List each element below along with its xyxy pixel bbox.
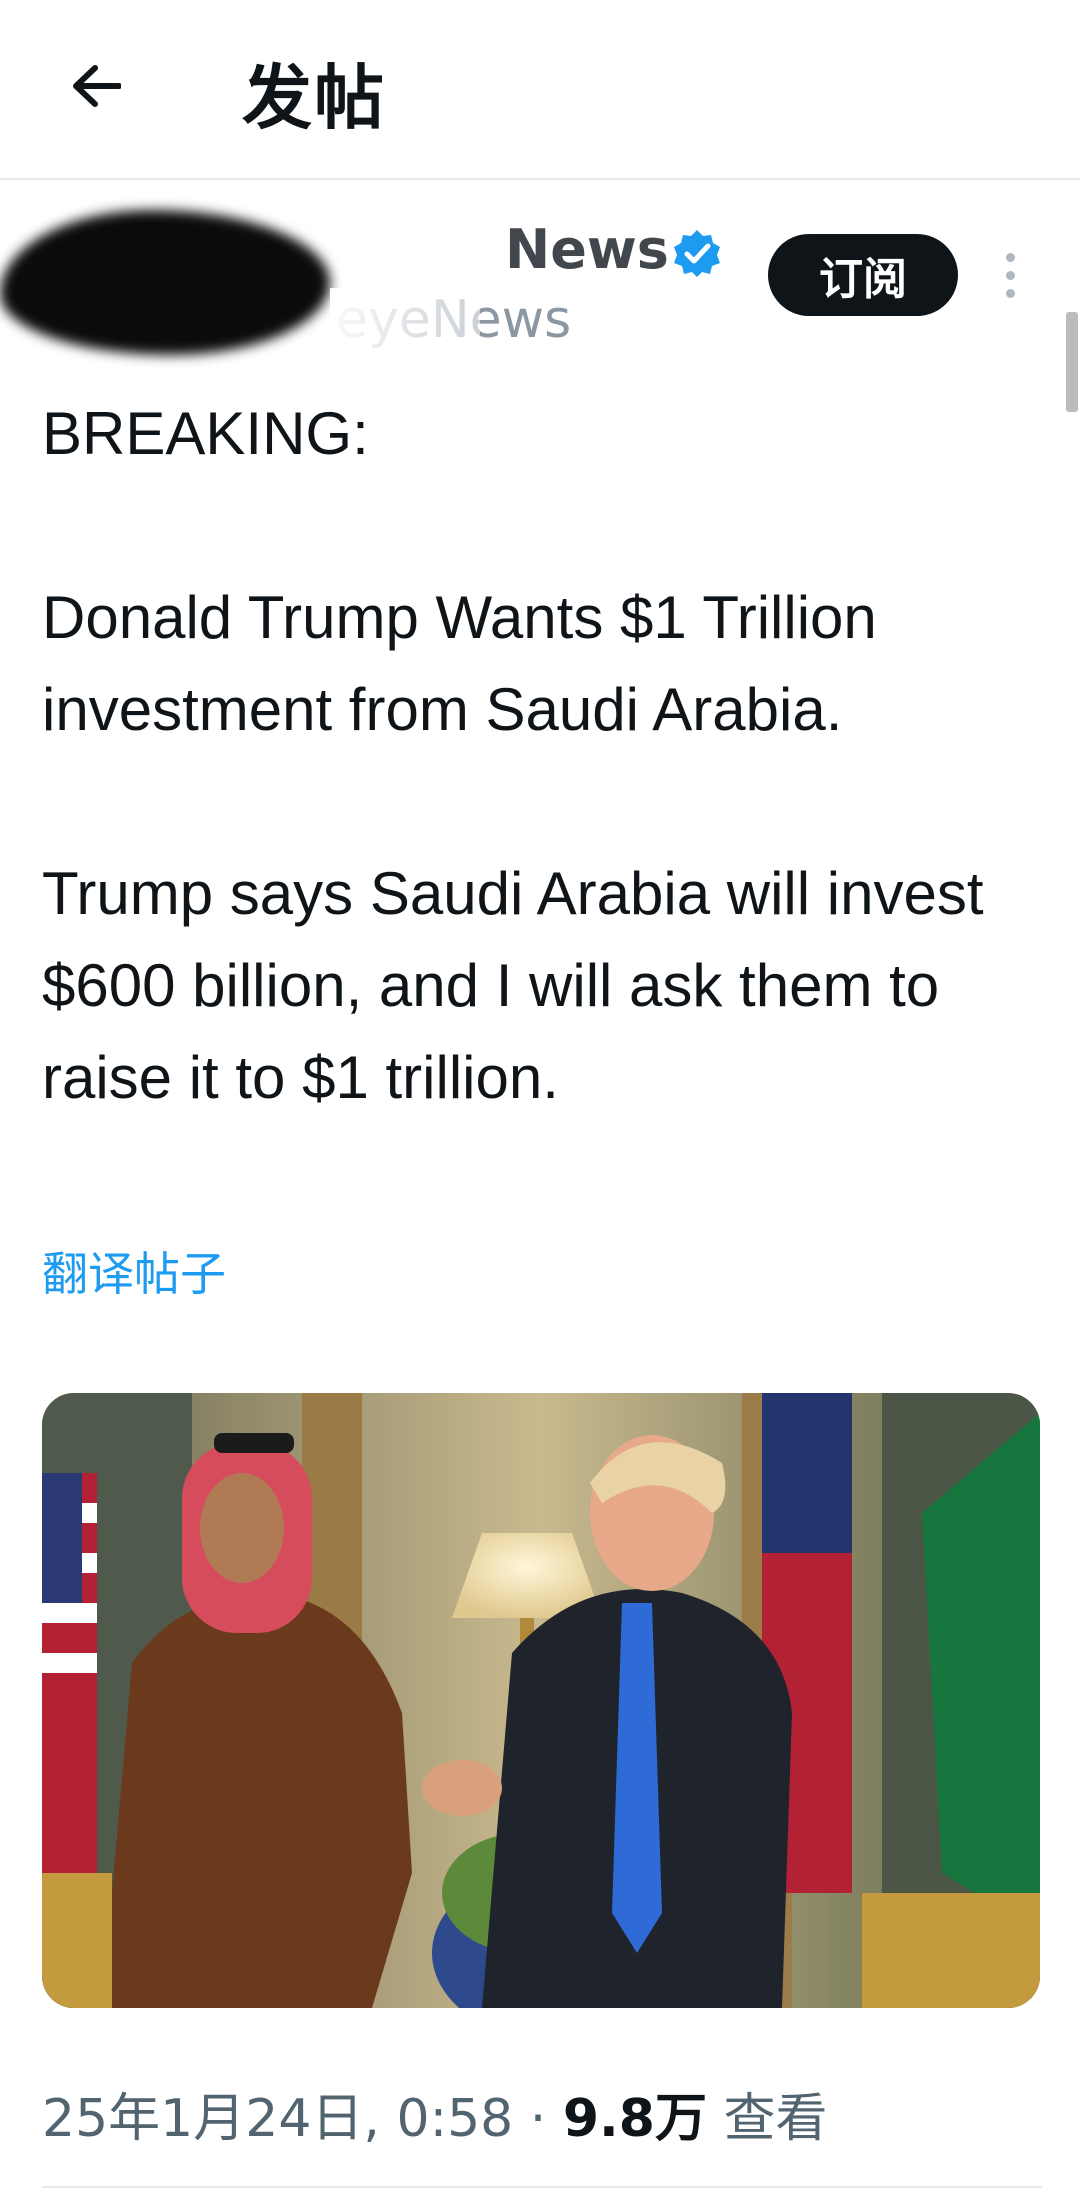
meta-separator: · [529,2089,547,2149]
views-count: 9.8万 [562,2089,707,2149]
views-label: 查看 [723,2089,828,2149]
more-vertical-icon[interactable] [990,240,1030,310]
post-text: BREAKING: Donald Trump Wants $1 Trillion… [42,388,1052,1124]
top-bar: 发帖 [0,0,1080,180]
post-meta: 25年1月24日, 0:58 · 9.8万 查看 [42,2076,828,2151]
author-display-name[interactable]: News [505,218,669,281]
translate-post-link[interactable]: 翻译帖子 [42,1238,226,1304]
arrow-left-icon [73,65,121,107]
verified-badge-icon [674,230,720,277]
back-button[interactable] [56,46,136,126]
post-line: Donald Trump Wants $1 Trillion investmen… [42,584,877,743]
post-photo[interactable] [42,1393,1040,2008]
post-datetime: 25年1月24日, 0:58 [42,2089,514,2149]
subscribe-button[interactable]: 订阅 [768,234,958,316]
redaction-mask [330,288,480,358]
divider [42,2186,1042,2188]
redacted-avatar[interactable] [0,210,330,355]
page-title: 发帖 [242,57,386,139]
post-line: BREAKING: [42,400,369,467]
post-line: Trump says Saudi Arabia will invest $600… [42,860,984,1111]
scrollbar[interactable] [1066,312,1078,412]
photo-image [42,1393,1040,2008]
author-row: News eyeNews 订阅 [0,200,1080,370]
